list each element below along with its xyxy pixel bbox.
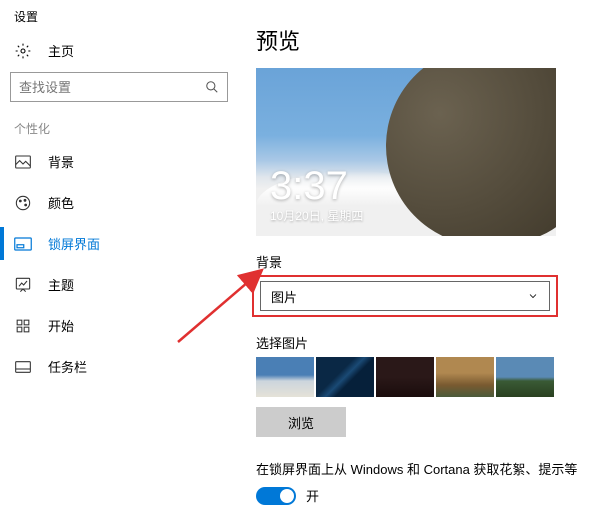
spotlight-toggle-label: 在锁屏界面上从 Windows 和 Cortana 获取花絮、提示等: [256, 459, 584, 478]
gear-icon: [14, 42, 32, 60]
preview-time: 3:37: [270, 166, 348, 206]
image-thumb[interactable]: [316, 357, 374, 397]
image-thumb[interactable]: [496, 357, 554, 397]
chevron-down-icon: [527, 290, 539, 302]
dropdown-value: 图片: [271, 287, 297, 306]
sidebar-item-taskbar[interactable]: 任务栏: [0, 346, 238, 387]
sidebar-item-label: 颜色: [48, 193, 74, 212]
background-label: 背景: [256, 252, 584, 271]
lockscreen-preview: 3:37 10月20日, 星期四: [256, 68, 556, 236]
search-input[interactable]: [19, 80, 205, 95]
sidebar-item-label: 锁屏界面: [48, 234, 100, 253]
search-icon: [205, 80, 219, 94]
sidebar: 设置 主页 个性化 背景 颜色: [0, 0, 238, 500]
sidebar-item-themes[interactable]: 主题: [0, 264, 238, 305]
picture-icon: [14, 153, 32, 171]
image-thumb[interactable]: [436, 357, 494, 397]
spotlight-toggle-row: 开: [256, 486, 584, 505]
sidebar-item-background[interactable]: 背景: [0, 141, 238, 182]
sidebar-item-lockscreen[interactable]: 锁屏界面: [0, 223, 238, 264]
image-thumb[interactable]: [376, 357, 434, 397]
annotation-highlight: 图片: [252, 275, 558, 317]
lockscreen-icon: [14, 235, 32, 253]
toggle-state-text: 开: [306, 486, 319, 505]
image-thumbnails: [256, 357, 584, 397]
palette-icon: [14, 194, 32, 212]
background-dropdown[interactable]: 图片: [260, 281, 550, 311]
search-box[interactable]: [10, 72, 228, 102]
sidebar-item-label: 主题: [48, 275, 74, 294]
app-title: 设置: [0, 0, 238, 35]
taskbar-icon: [14, 358, 32, 376]
section-label: 个性化: [0, 112, 238, 141]
preview-date: 10月20日, 星期四: [270, 207, 363, 224]
preview-heading: 预览: [256, 0, 584, 68]
themes-icon: [14, 276, 32, 294]
sidebar-item-label: 开始: [48, 316, 74, 335]
sidebar-item-label: 背景: [48, 152, 74, 171]
image-thumb[interactable]: [256, 357, 314, 397]
sidebar-item-label: 任务栏: [48, 357, 87, 376]
home-nav[interactable]: 主页: [0, 35, 238, 72]
choose-image-label: 选择图片: [256, 333, 584, 352]
main-content: 预览 3:37 10月20日, 星期四 背景 图片 选择图片 浏览 在锁屏界面: [238, 0, 596, 500]
sidebar-item-start[interactable]: 开始: [0, 305, 238, 346]
spotlight-toggle[interactable]: [256, 487, 296, 505]
home-label: 主页: [48, 41, 74, 60]
start-icon: [14, 317, 32, 335]
browse-button[interactable]: 浏览: [256, 407, 346, 437]
sidebar-item-colors[interactable]: 颜色: [0, 182, 238, 223]
